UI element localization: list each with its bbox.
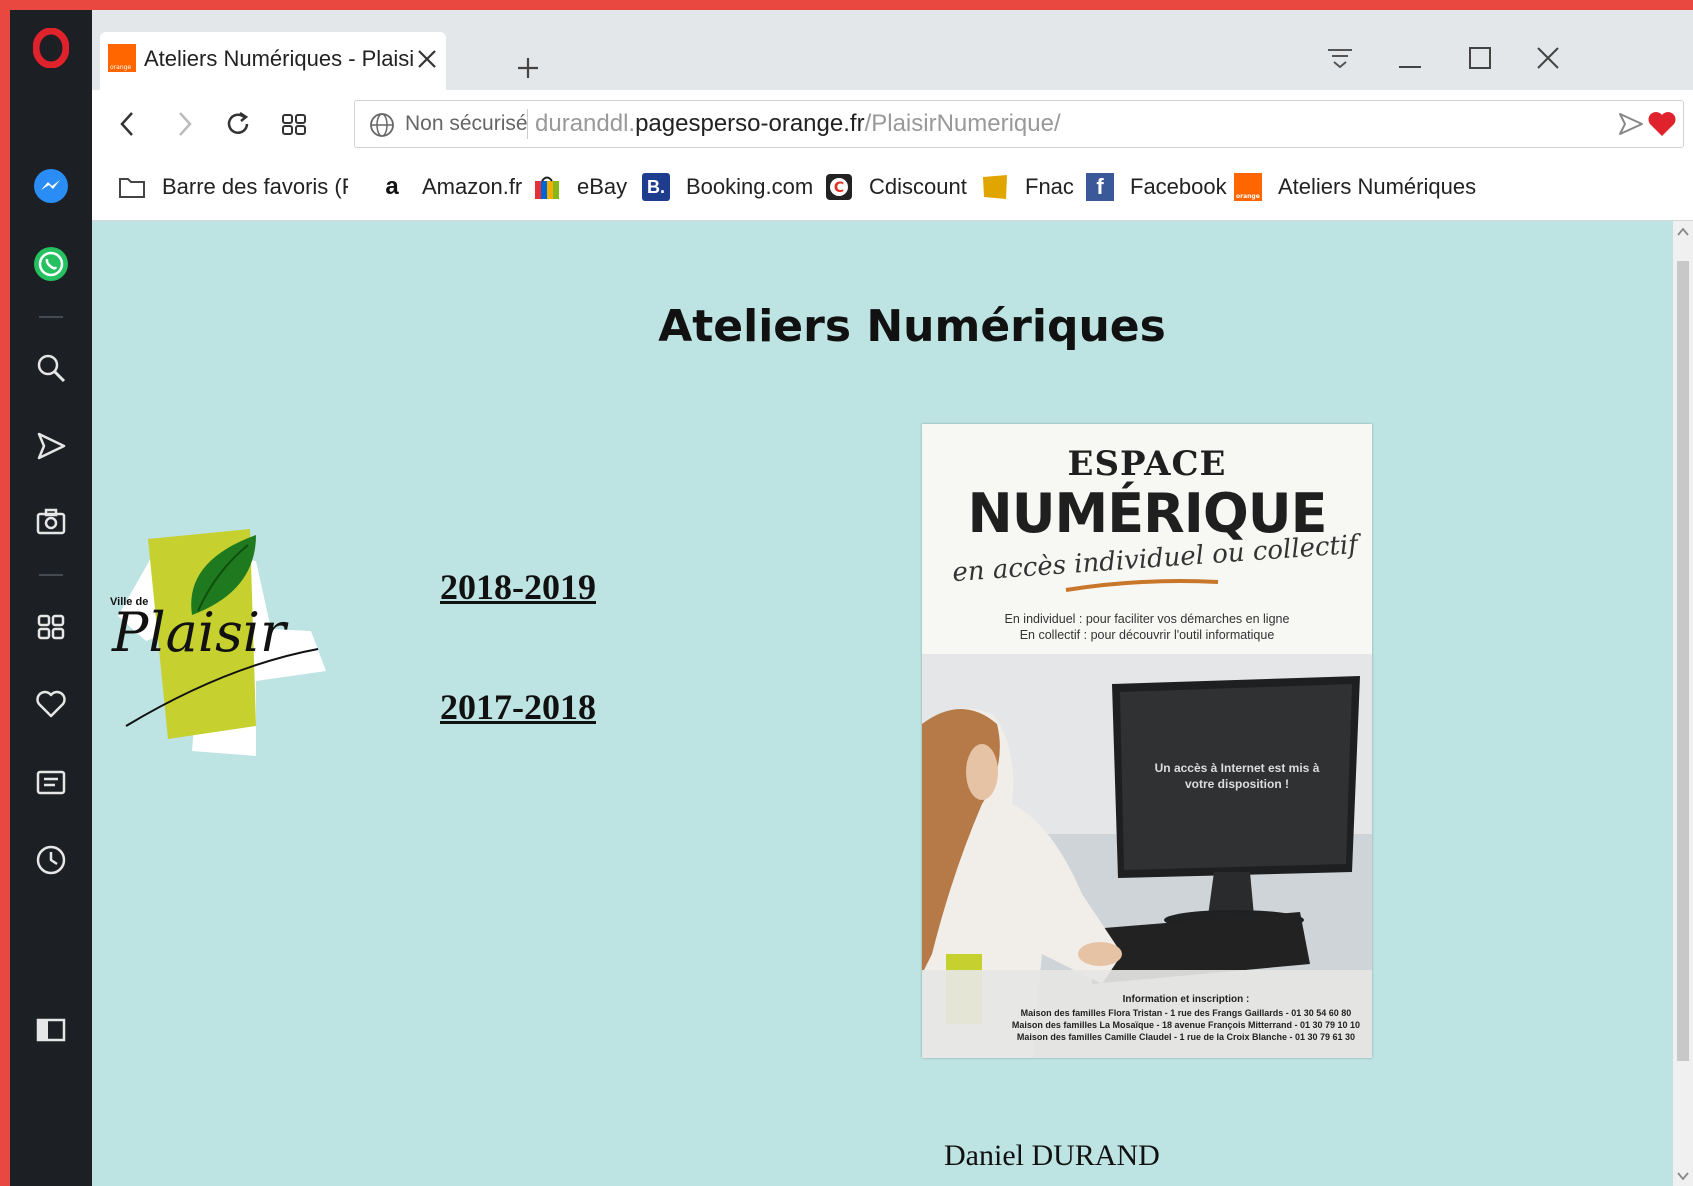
new-tab-icon[interactable]: [512, 52, 544, 84]
bookmark-ateliers[interactable]: Ateliers Numériques: [1234, 170, 1476, 204]
bookmark-label: Amazon.fr: [422, 174, 523, 199]
facebook-icon: f: [1086, 173, 1114, 201]
speed-dial-icon[interactable]: [31, 607, 71, 647]
flyer-heading-espace: ESPACE: [1067, 444, 1227, 484]
vertical-scrollbar[interactable]: [1673, 221, 1693, 1186]
url-text[interactable]: duranddl.pagesperso-orange.fr/PlaisirNum…: [535, 110, 1061, 138]
scrollbar-thumb[interactable]: [1677, 261, 1689, 1061]
flyer-sub-collectif: En collectif : pour découvrir l'outil in…: [1019, 628, 1275, 642]
news-icon[interactable]: [31, 762, 71, 802]
bookmark-facebook[interactable]: f Facebook: [1086, 170, 1227, 204]
bookmark-favorites-folder[interactable]: Barre des favoris (Fire: [118, 170, 348, 204]
opera-logo-icon[interactable]: [31, 28, 71, 68]
url-prefix: duranddl.: [535, 110, 636, 137]
sidebar-toggle-icon[interactable]: [31, 1010, 71, 1050]
scroll-down-icon[interactable]: [1676, 1169, 1690, 1186]
folder-icon: [118, 173, 146, 201]
sidebar-divider: [39, 574, 63, 576]
fnac-icon: [981, 173, 1009, 201]
bookmark-label: Fnac: [1025, 174, 1074, 199]
flyer-info-line: Maison des familles Flora Tristan - 1 ru…: [1020, 1008, 1352, 1018]
logo-name-text: Plaisir: [111, 601, 289, 664]
ebay-icon: [533, 173, 561, 201]
bookmark-label: Ateliers Numériques: [1278, 174, 1477, 199]
close-tab-icon[interactable]: [412, 44, 442, 74]
flyer-info-title: Information et inscription :: [1122, 994, 1250, 1005]
send-icon[interactable]: [1617, 111, 1645, 142]
sidebar-divider: [39, 316, 63, 318]
tab-menu-icon[interactable]: [1320, 38, 1360, 78]
url-domain: pagesperso-orange.fr: [635, 110, 865, 137]
heart-bookmarks-icon[interactable]: [31, 684, 71, 724]
bookmark-amazon[interactable]: a Amazon.fr: [378, 170, 522, 204]
address-divider: [527, 109, 528, 139]
back-icon[interactable]: [108, 104, 148, 144]
send-flow-icon[interactable]: [31, 426, 71, 466]
security-status[interactable]: Non sécurisé: [405, 112, 528, 136]
address-bar[interactable]: Non sécurisé duranddl.pagesperso-orange.…: [354, 100, 1684, 148]
close-window-icon[interactable]: [1528, 38, 1568, 78]
page-title: Ateliers Numériques: [658, 301, 1166, 352]
tab-title: Ateliers Numériques - Plaisir Numérique: [144, 46, 414, 71]
orange-favicon-icon: [108, 44, 136, 72]
whatsapp-icon[interactable]: [31, 244, 71, 284]
link-2018-2019[interactable]: 2018-2019: [440, 566, 596, 608]
bookmark-label: Facebook: [1130, 174, 1227, 199]
browser-window: Ateliers Numériques - Plaisir Numérique: [10, 10, 1693, 1186]
bookmark-ebay[interactable]: eBay: [533, 170, 627, 204]
amazon-icon: a: [385, 173, 399, 200]
plaisir-logo[interactable]: Ville de Plaisir: [106, 521, 356, 766]
flyer-info-line: Maison des familles Camille Claudel - 1 …: [1016, 1032, 1356, 1042]
tiles-icon[interactable]: [274, 104, 314, 144]
bookmark-label: Barre des favoris (Fire: [162, 174, 348, 199]
bookmark-label: eBay: [577, 174, 628, 199]
flyer-screen-text: Un accès à Internet est mis à votre disp…: [1154, 761, 1320, 791]
flyer-sub-individuel: En individuel : pour faciliter vos démar…: [1004, 612, 1290, 626]
tab-strip: Ateliers Numériques - Plaisir Numérique: [92, 10, 1693, 90]
bookmark-label: Cdiscount: [869, 174, 967, 199]
snapshot-camera-icon[interactable]: [31, 502, 71, 542]
bookmarks-bar: Barre des favoris (Fire a Amazon.fr eBay…: [92, 156, 1693, 221]
forward-icon[interactable]: [164, 104, 204, 144]
minimize-icon[interactable]: [1390, 38, 1430, 78]
orange-icon: [1234, 173, 1262, 201]
bookmark-booking[interactable]: B. Booking.com: [642, 170, 813, 204]
bookmark-label: Booking.com: [686, 174, 814, 199]
reload-icon[interactable]: [218, 104, 258, 144]
history-clock-icon[interactable]: [31, 840, 71, 880]
maximize-icon[interactable]: [1460, 38, 1500, 78]
link-2017-2018[interactable]: 2017-2018: [440, 686, 596, 728]
tab-active[interactable]: Ateliers Numériques - Plaisir Numérique: [100, 32, 446, 90]
flyer-info-line: Maison des familles La Mosaïque - 18 ave…: [1011, 1020, 1361, 1030]
svg-text:C: C: [834, 180, 844, 196]
url-path: /PlaisirNumerique/: [864, 110, 1061, 137]
opera-sidebar: [10, 10, 92, 1186]
scroll-up-icon[interactable]: [1676, 225, 1690, 243]
messenger-icon[interactable]: [31, 166, 71, 206]
globe-icon[interactable]: [369, 112, 395, 143]
page-viewport: Ateliers Numériques Ville de Plaisir 201…: [92, 221, 1673, 1186]
booking-icon: B.: [642, 173, 670, 201]
bookmark-fnac[interactable]: Fnac: [981, 170, 1074, 204]
navigation-bar: Non sécurisé duranddl.pagesperso-orange.…: [92, 90, 1693, 156]
cdiscount-icon: C: [825, 173, 853, 201]
heart-icon[interactable]: [1647, 110, 1677, 143]
bookmark-cdiscount[interactable]: C Cdiscount: [825, 170, 967, 204]
search-icon[interactable]: [31, 348, 71, 388]
flyer-underline-stroke: [1065, 579, 1219, 592]
author-name: Daniel DURAND: [944, 1139, 1160, 1172]
espace-numerique-flyer[interactable]: ESPACE NUMÉRIQUE en accès individuel ou …: [922, 424, 1372, 1058]
